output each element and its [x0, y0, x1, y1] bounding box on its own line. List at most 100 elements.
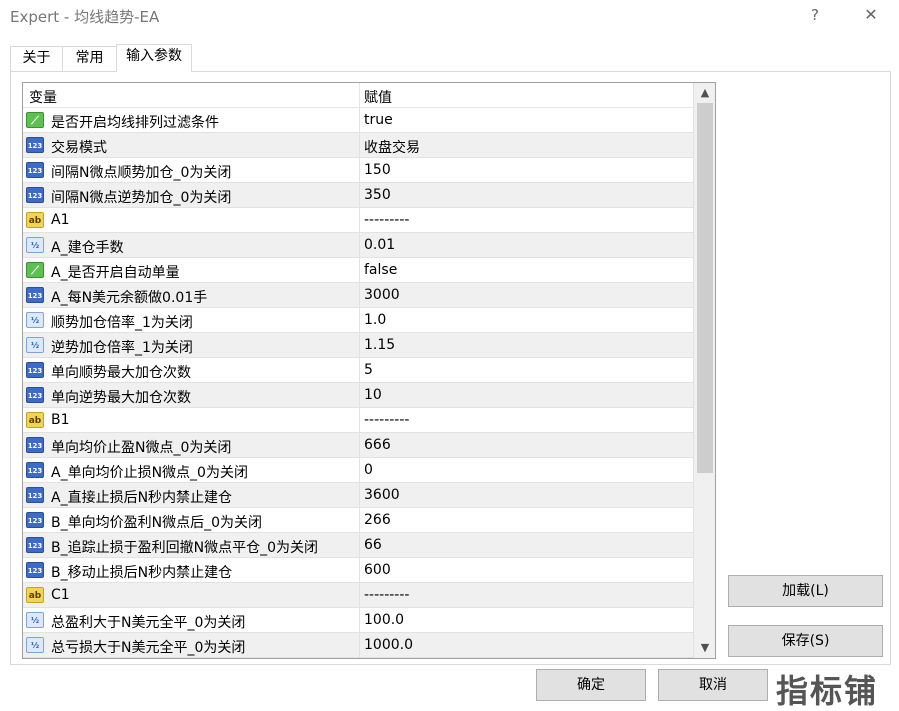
- variable-name: 单向均价止盈N微点_0为关闭: [51, 440, 232, 456]
- variable-value[interactable]: 0.01: [364, 237, 395, 253]
- variable-value[interactable]: 350: [364, 187, 391, 203]
- scroll-thumb[interactable]: [697, 103, 713, 473]
- variable-value[interactable]: ---------: [364, 587, 409, 603]
- variable-value[interactable]: 266: [364, 512, 391, 528]
- variable-name: A_单向均价止损N微点_0为关闭: [51, 465, 248, 481]
- int-icon: 123: [26, 512, 44, 528]
- variable-value[interactable]: 1.15: [364, 337, 395, 353]
- column-divider: [359, 433, 360, 458]
- int-icon: 123: [26, 487, 44, 503]
- variable-value[interactable]: 1.0: [364, 312, 386, 328]
- scroll-up-arrow-icon[interactable]: ▲: [694, 83, 715, 103]
- variable-name: 单向逆势最大加仓次数: [51, 390, 191, 406]
- load-button[interactable]: 加载(L): [728, 575, 883, 607]
- column-divider: [359, 633, 360, 658]
- column-divider: [359, 333, 360, 358]
- variable-value[interactable]: 3600: [364, 487, 400, 503]
- vertical-scrollbar[interactable]: ▲ ▼: [693, 83, 715, 658]
- parameter-rows: ⟋ 是否开启均线排列过滤条件 true 123 交易模式 收盘交易 123 间隔N微点顺势加仓…: [23, 108, 693, 658]
- table-row[interactable]: 123 单向顺势最大加仓次数 5: [23, 358, 693, 383]
- variable-value[interactable]: 100.0: [364, 612, 404, 628]
- table-row[interactable]: 123 单向均价止盈N微点_0为关闭 666: [23, 433, 693, 458]
- table-row[interactable]: 123 A_每N美元余额做0.01手 3000: [23, 283, 693, 308]
- column-header-value[interactable]: 赋值: [364, 87, 392, 107]
- int-icon: 123: [26, 387, 44, 403]
- double-icon: ½: [26, 612, 44, 628]
- variable-value[interactable]: ---------: [364, 412, 409, 428]
- int-icon: 123: [26, 187, 44, 203]
- column-divider: [359, 258, 360, 283]
- table-row[interactable]: ab B1 ---------: [23, 408, 693, 433]
- variable-value[interactable]: 150: [364, 162, 391, 178]
- variable-value[interactable]: 66: [364, 537, 382, 553]
- column-header-variable[interactable]: 变量: [29, 87, 57, 107]
- variable-value[interactable]: 600: [364, 562, 391, 578]
- variable-value[interactable]: false: [364, 262, 397, 278]
- column-divider: [359, 158, 360, 183]
- table-row[interactable]: 123 A_单向均价止损N微点_0为关闭 0: [23, 458, 693, 483]
- column-divider: [359, 408, 360, 433]
- int-icon: 123: [26, 162, 44, 178]
- table-row[interactable]: ½ 顺势加仓倍率_1为关闭 1.0: [23, 308, 693, 333]
- variable-value[interactable]: 666: [364, 437, 391, 453]
- table-row[interactable]: 123 间隔N微点逆势加仓_0为关闭 350: [23, 183, 693, 208]
- column-divider: [359, 208, 360, 233]
- variable-value[interactable]: 10: [364, 387, 382, 403]
- tab-inputs[interactable]: 输入参数: [116, 44, 192, 72]
- save-button[interactable]: 保存(S): [728, 625, 883, 657]
- column-divider: [359, 183, 360, 208]
- column-divider: [359, 83, 360, 108]
- table-row[interactable]: 123 单向逆势最大加仓次数 10: [23, 383, 693, 408]
- table-row[interactable]: ½ 逆势加仓倍率_1为关闭 1.15: [23, 333, 693, 358]
- variable-value[interactable]: 5: [364, 362, 373, 378]
- variable-value[interactable]: ---------: [364, 212, 409, 228]
- string-icon: ab: [26, 212, 44, 228]
- close-button[interactable]: ✕: [858, 3, 884, 27]
- parameters-grid: 变量 赋值 ⟋ 是否开启均线排列过滤条件 true 123 交易模式 收盘交易 123 间隔N…: [22, 82, 716, 659]
- table-row[interactable]: ½ A_建仓手数 0.01: [23, 233, 693, 258]
- ok-button[interactable]: 确定: [536, 669, 646, 701]
- table-row[interactable]: 123 B_移动止损后N秒内禁止建仓 600: [23, 558, 693, 583]
- int-icon: 123: [26, 462, 44, 478]
- table-row[interactable]: ½ 总亏损大于N美元全平_0为关闭 1000.0: [23, 633, 693, 658]
- variable-name: 逆势加仓倍率_1为关闭: [51, 340, 193, 356]
- variable-value[interactable]: 3000: [364, 287, 400, 303]
- table-row[interactable]: 123 交易模式 收盘交易: [23, 133, 693, 158]
- int-icon: 123: [26, 562, 44, 578]
- variable-name: B_追踪止损于盈利回撤N微点平仓_0为关闭: [51, 540, 318, 556]
- table-row[interactable]: ⟋ A_是否开启自动单量 false: [23, 258, 693, 283]
- string-icon: ab: [26, 412, 44, 428]
- table-row[interactable]: ab C1 ---------: [23, 583, 693, 608]
- double-icon: ½: [26, 337, 44, 353]
- table-row[interactable]: 123 A_直接止损后N秒内禁止建仓 3600: [23, 483, 693, 508]
- variable-name: 间隔N微点顺势加仓_0为关闭: [51, 165, 232, 181]
- variable-name: A_是否开启自动单量: [51, 265, 180, 281]
- int-icon: 123: [26, 137, 44, 153]
- variable-value[interactable]: true: [364, 112, 393, 128]
- variable-value[interactable]: 0: [364, 462, 373, 478]
- tab-about[interactable]: 关于: [10, 46, 63, 71]
- variable-name: 单向顺势最大加仓次数: [51, 365, 191, 381]
- column-divider: [359, 533, 360, 558]
- column-divider: [359, 483, 360, 508]
- title-bar: Expert - 均线趋势-EA ? ✕: [0, 0, 899, 32]
- table-row[interactable]: ab A1 ---------: [23, 208, 693, 233]
- variable-name: B_移动止损后N秒内禁止建仓: [51, 565, 233, 581]
- variable-value[interactable]: 1000.0: [364, 637, 413, 653]
- tab-common[interactable]: 常用: [62, 46, 117, 71]
- variable-name: A_直接止损后N秒内禁止建仓: [51, 490, 233, 506]
- variable-name: A_每N美元余额做0.01手: [51, 290, 208, 306]
- variable-name: 顺势加仓倍率_1为关闭: [51, 315, 193, 331]
- table-row[interactable]: ½ 总盈利大于N美元全平_0为关闭 100.0: [23, 608, 693, 633]
- cancel-button[interactable]: 取消: [658, 669, 768, 701]
- column-divider: [359, 233, 360, 258]
- variable-name: C1: [51, 587, 70, 603]
- help-button[interactable]: ?: [804, 3, 826, 27]
- variable-value[interactable]: 收盘交易: [364, 137, 420, 157]
- table-row[interactable]: ⟋ 是否开启均线排列过滤条件 true: [23, 108, 693, 133]
- table-row[interactable]: 123 B_单向均价盈利N微点后_0为关闭 266: [23, 508, 693, 533]
- scroll-down-arrow-icon[interactable]: ▼: [694, 638, 715, 658]
- table-row[interactable]: 123 间隔N微点顺势加仓_0为关闭 150: [23, 158, 693, 183]
- table-row[interactable]: 123 B_追踪止损于盈利回撤N微点平仓_0为关闭 66: [23, 533, 693, 558]
- column-divider: [359, 608, 360, 633]
